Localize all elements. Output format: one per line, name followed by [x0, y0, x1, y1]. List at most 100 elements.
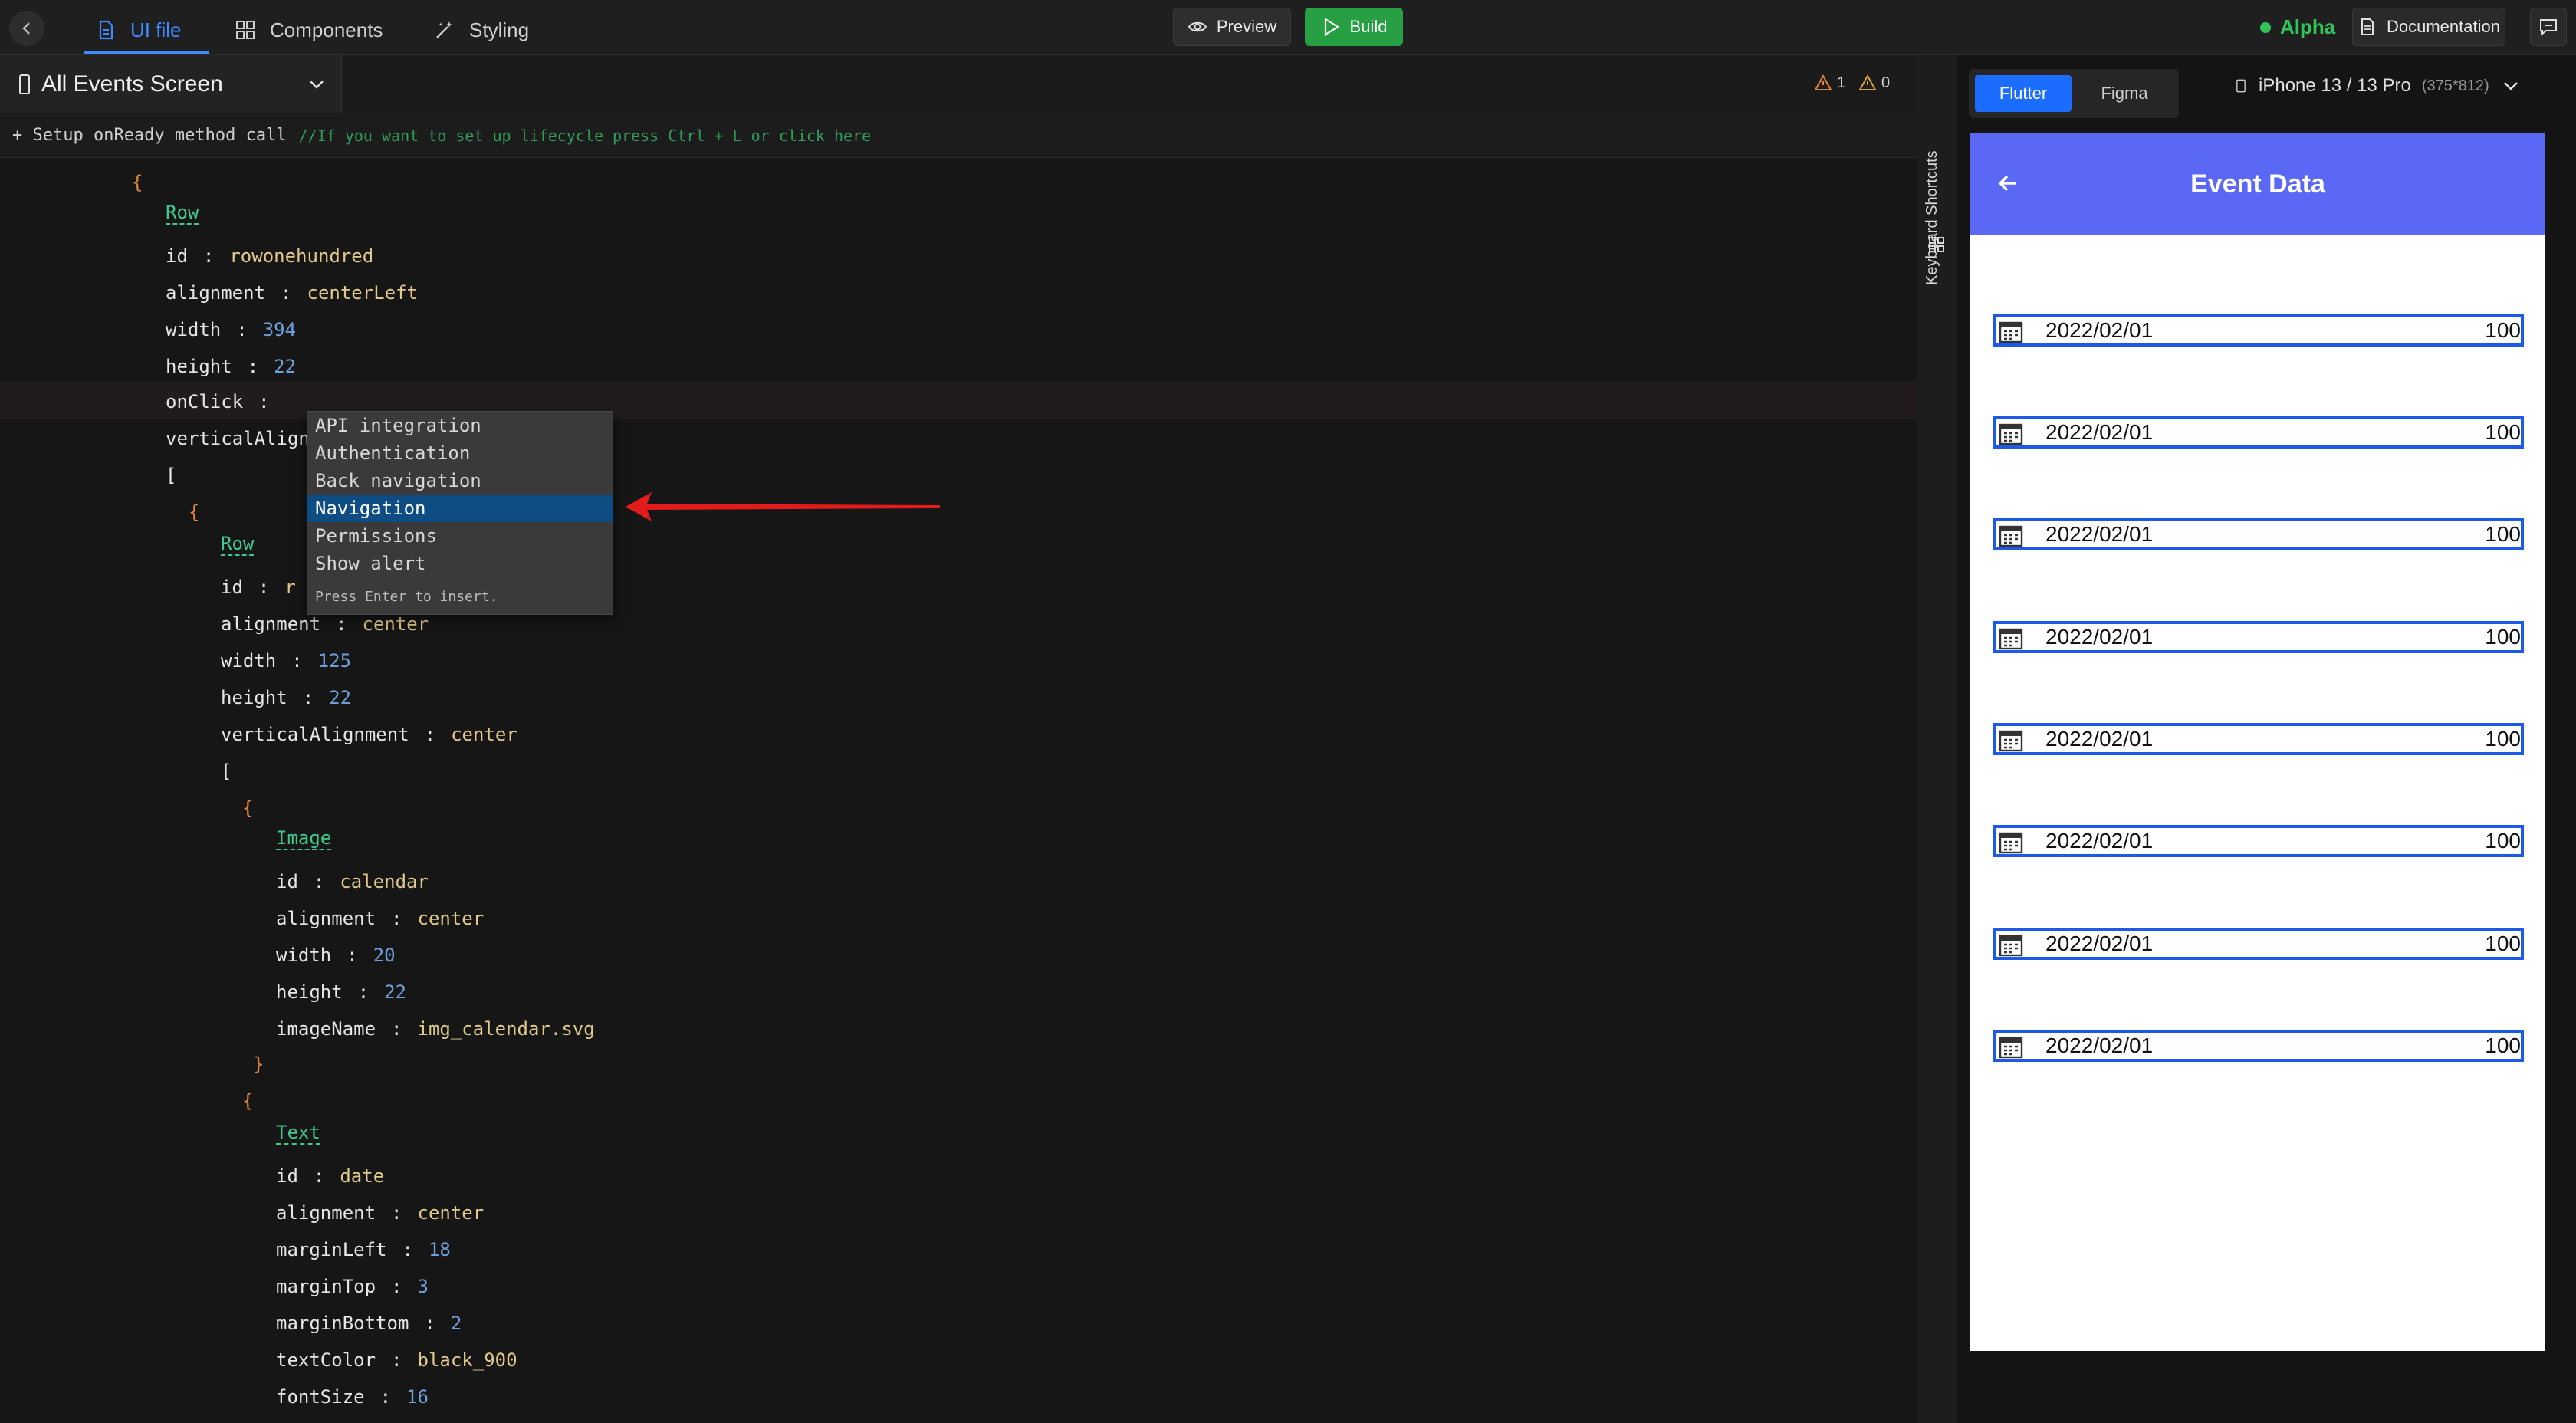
code-line: verticalAlign	[166, 428, 310, 449]
component-type: Row	[166, 202, 199, 225]
suggestion-item[interactable]: Show alert	[307, 550, 613, 577]
calendar-icon	[1999, 423, 2023, 445]
warning-counter[interactable]: 1	[1814, 74, 1845, 92]
event-amount: 100	[2485, 932, 2521, 955]
phone-icon	[19, 74, 30, 94]
back-button[interactable]	[9, 11, 44, 46]
chevron-down-icon	[2503, 82, 2518, 90]
code-line: onClick:	[166, 391, 270, 412]
file-icon	[99, 20, 113, 40]
component-type: Row	[221, 533, 255, 556]
code-line: id: r	[221, 577, 296, 598]
suggestion-item[interactable]: Permissions	[307, 522, 613, 550]
code-line: }	[253, 1053, 264, 1075]
app-bar-title: Event Data	[2190, 169, 2325, 199]
code-line: id: calendar	[276, 871, 429, 892]
magic-wand-icon	[436, 21, 452, 38]
device-selector[interactable]: iPhone 13 / 13 Pro (375*812)	[2234, 75, 2522, 97]
code-line: Image	[276, 822, 332, 856]
code-line: marginBottom:2	[276, 1313, 462, 1334]
code-line: width:20	[276, 945, 396, 966]
keyboard-shortcuts-strip[interactable]: Keyboard Shortcuts	[1917, 55, 1957, 1423]
tab-label: Styling	[469, 18, 530, 41]
event-row[interactable]: 2022/02/01 100	[1993, 1030, 2524, 1062]
calendar-icon	[1999, 321, 2023, 343]
event-date: 2022/02/01	[2045, 1034, 2154, 1057]
code-line: alignment: centerLeft	[166, 282, 418, 304]
suggestion-hint: Press Enter to insert.	[315, 588, 498, 605]
component-type: Image	[276, 827, 332, 850]
flutter-toggle[interactable]: Flutter	[1975, 75, 2072, 112]
code-line: {	[132, 172, 143, 193]
code-line: verticalAlignment: center	[221, 724, 518, 745]
top-bar: UI file Components Styling Preview Build…	[0, 0, 2576, 55]
build-button[interactable]: Build	[1305, 8, 1403, 46]
grid-icon	[236, 21, 255, 39]
calendar-icon	[1999, 730, 2023, 752]
event-row[interactable]: 2022/02/01 100	[1993, 314, 2524, 347]
error-counter[interactable]: 0	[1858, 74, 1890, 92]
suggestion-item[interactable]: Authentication	[307, 439, 613, 467]
code-line: {	[242, 797, 254, 819]
event-date: 2022/02/01	[2045, 625, 2154, 649]
event-date: 2022/02/01	[2045, 829, 2154, 853]
event-row[interactable]: 2022/02/01 100	[1993, 416, 2524, 449]
code-line: [	[166, 465, 177, 486]
figma-toggle[interactable]: Figma	[2076, 75, 2173, 112]
phone-icon	[2236, 79, 2246, 93]
code-line: height:22	[276, 981, 407, 1003]
error-count: 0	[1881, 74, 1891, 91]
arrow-left-icon[interactable]	[1996, 172, 2019, 195]
calendar-icon	[1999, 1037, 2023, 1059]
code-line: Row	[221, 527, 255, 561]
code-editor[interactable]: { Row id: rowonehundred alignment: centerL…	[0, 158, 1917, 1423]
autocomplete-popup: API integration Authentication Back navi…	[307, 411, 613, 615]
status-dot	[2260, 21, 2271, 33]
tab-ui-file[interactable]: UI file	[95, 11, 181, 49]
preview-button[interactable]: Preview	[1173, 8, 1291, 46]
calendar-icon	[1999, 935, 2023, 957]
screen-selector[interactable]: All Events Screen	[0, 55, 342, 113]
eye-icon	[1188, 21, 1208, 32]
suggestion-item-selected[interactable]: Navigation	[307, 495, 613, 522]
suggestion-item[interactable]: Back navigation	[307, 467, 613, 495]
document-icon	[2361, 18, 2374, 35]
tab-components[interactable]: Components	[235, 11, 383, 49]
event-amount: 100	[2485, 318, 2521, 342]
red-arrow-annotation	[626, 492, 940, 521]
current-line-highlight	[0, 382, 1917, 419]
component-type: Text	[276, 1122, 320, 1145]
lifecycle-setup-bar[interactable]: + Setup onReady method call //If you wan…	[0, 113, 1917, 158]
documentation-button[interactable]: Documentation	[2352, 8, 2505, 46]
feedback-button[interactable]	[2530, 8, 2567, 46]
event-row[interactable]: 2022/02/01 100	[1993, 518, 2524, 550]
code-line: height:22	[221, 687, 352, 708]
event-date: 2022/02/01	[2045, 420, 2154, 444]
code-line: imageName: img_calendar.svg	[276, 1018, 595, 1040]
event-row[interactable]: 2022/02/01 100	[1993, 621, 2524, 653]
event-date: 2022/02/01	[2045, 727, 2154, 751]
warning-count: 1	[1837, 74, 1846, 91]
code-line: marginTop:3	[276, 1276, 429, 1297]
event-amount: 100	[2485, 625, 2521, 649]
calendar-icon	[1999, 628, 2023, 650]
screen-name: All Events Screen	[41, 71, 223, 97]
code-line: Text	[276, 1116, 320, 1150]
device-dimensions: (375*812)	[2421, 77, 2489, 94]
event-date: 2022/02/01	[2045, 318, 2154, 342]
event-row[interactable]: 2022/02/01 100	[1993, 928, 2524, 960]
event-row[interactable]: 2022/02/01 100	[1993, 825, 2524, 857]
code-line: fontSize:16	[276, 1386, 429, 1408]
device-name: iPhone 13 / 13 Pro	[2259, 75, 2411, 96]
chevron-left-icon	[22, 22, 30, 35]
build-label: Build	[1349, 17, 1388, 36]
code-line: {	[189, 501, 200, 523]
tab-styling[interactable]: Styling	[434, 11, 529, 49]
app-bar: Event Data	[1970, 133, 2545, 235]
event-amount: 100	[2485, 829, 2521, 853]
calendar-icon	[1999, 525, 2023, 547]
event-row[interactable]: 2022/02/01 100	[1993, 723, 2524, 755]
suggestion-item[interactable]: API integration	[307, 412, 613, 439]
tab-label: UI file	[130, 18, 182, 41]
code-line: Row	[166, 196, 199, 230]
